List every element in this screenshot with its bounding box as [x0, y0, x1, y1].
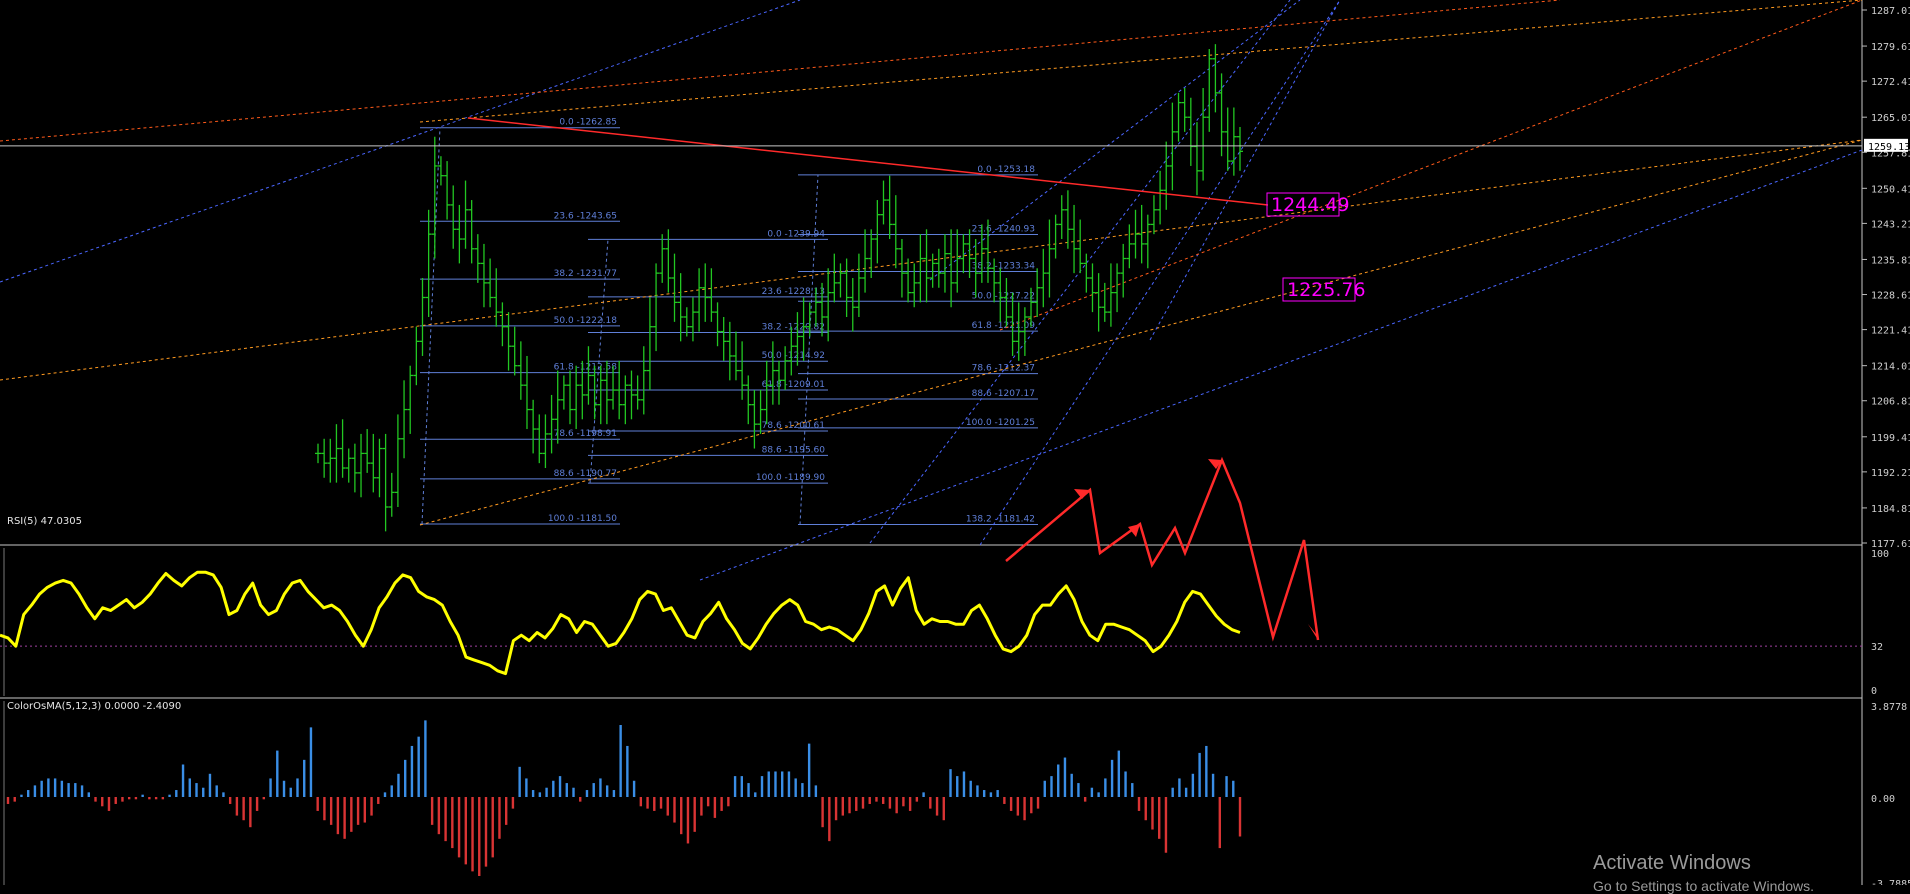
fib-level-label: 0.0 -1262.85: [559, 118, 617, 128]
fib-level-label: 88.6 -1207.17: [972, 389, 1035, 399]
annotation-label: 1244.49: [1271, 194, 1350, 216]
fib-level-label: 50.0 -1227.22: [972, 291, 1035, 301]
price-tick-label: 1214.01: [1871, 362, 1910, 373]
fib-level-label: 61.8 -1221.09: [972, 321, 1036, 331]
current-price-label: 1259.13: [1868, 142, 1910, 153]
osma-title: ColorOsMA(5,12,3) 0.0000 -2.4090: [7, 701, 182, 712]
price-tick-label: 1206.81: [1871, 397, 1910, 408]
price-tick-label: 1272.41: [1871, 77, 1910, 88]
osma-tick-label: 0.00: [1871, 794, 1895, 805]
price-tick-label: 1265.01: [1871, 113, 1910, 124]
price-tick-label: 1228.61: [1871, 291, 1910, 302]
fib-level-label: 0.0 -1253.18: [977, 165, 1035, 175]
fib-level-label: 100.0 -1181.50: [548, 514, 617, 524]
price-tick-label: 1279.61: [1871, 42, 1910, 53]
fib-level-label: 88.6 -1195.60: [762, 445, 826, 455]
price-tick-label: 1221.41: [1871, 326, 1910, 337]
fib-level-label: 100.0 -1189.90: [756, 473, 825, 483]
rsi-tick-label: 32: [1871, 642, 1883, 653]
fib-level-label: 88.6 -1190.77: [554, 469, 617, 479]
fib-level-label: 100.0 -1201.25: [966, 418, 1035, 428]
price-tick-label: 1184.81: [1871, 504, 1910, 515]
fib-level-label: 38.2 -1231.77: [554, 269, 617, 279]
annotation-label: 1225.76: [1287, 279, 1366, 301]
fib-level-label: 23.6 -1243.65: [554, 211, 617, 221]
fib-level-label: 138.2 -1181.42: [966, 514, 1035, 524]
chart-canvas[interactable]: 0.0 -1262.85 23.6 -1243.65 38.2 -1231.77 50…: [0, 0, 1910, 885]
rsi-tick-label: 100: [1871, 549, 1889, 560]
price-tick-label: 1235.81: [1871, 255, 1910, 266]
fib-level-label: 78.6 -1200.61: [762, 421, 825, 431]
price-tick-label: 1250.41: [1871, 184, 1910, 195]
price-tick-label: 1199.41: [1871, 433, 1910, 444]
price-tick-label: 1287.01: [1871, 6, 1910, 17]
rsi-title: RSI(5) 47.0305: [7, 516, 82, 527]
activate-windows-subtitle: Go to Settings to activate Windows.: [1593, 878, 1814, 894]
price-tick-label: 1192.21: [1871, 468, 1910, 479]
osma-tick-label: 3.8778: [1871, 702, 1907, 713]
osma-tick-label: -3.7885: [1871, 879, 1910, 885]
fib-level-label: 38.2 -1233.34: [972, 261, 1036, 271]
rsi-tick-label: 0: [1871, 686, 1877, 697]
price-tick-label: 1243.21: [1871, 219, 1910, 230]
fib-level-label: 50.0 -1214.92: [762, 351, 825, 361]
fib-level-label: 78.6 -1212.37: [972, 364, 1035, 374]
fib-level-label: 50.0 -1222.18: [554, 316, 618, 326]
fib-level-label: 61.8 -1212.58: [554, 363, 618, 373]
activate-windows-title: Activate Windows: [1593, 852, 1751, 874]
fib-level-label: 23.6 -1240.93: [972, 225, 1035, 235]
